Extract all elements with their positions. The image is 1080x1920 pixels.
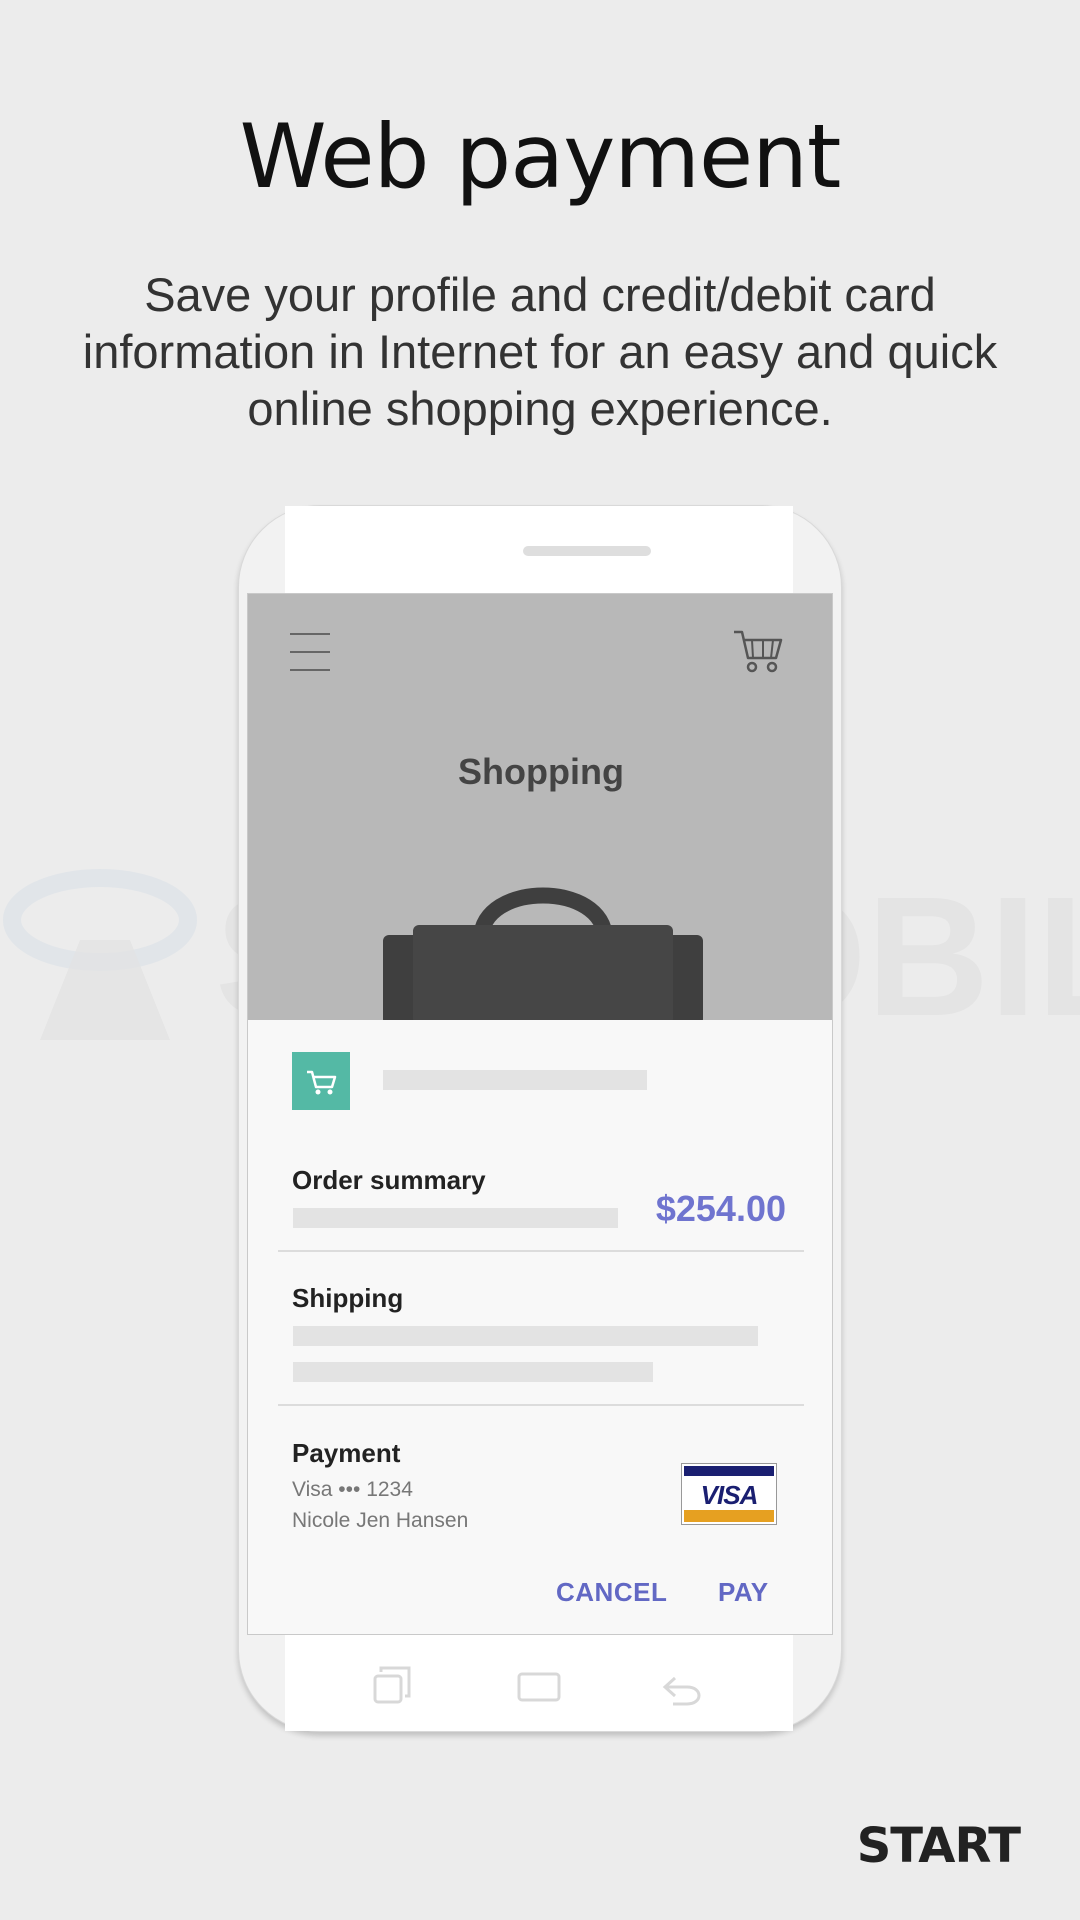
page-title: Web payment (239, 105, 842, 208)
shipping-line-placeholder (293, 1326, 758, 1346)
phone-illustration: Shopping Order summary $254.00 Shipping (238, 505, 842, 1732)
merchant-badge (292, 1052, 350, 1110)
shopping-app-title: Shopping (458, 751, 624, 792)
recent-apps-icon (373, 1666, 411, 1704)
phone-speaker (523, 546, 651, 556)
home-icon (517, 1672, 561, 1702)
visa-logo-text: VISA (700, 1480, 759, 1510)
shipping-label: Shipping (292, 1283, 404, 1313)
visa-card-logo: VISA (681, 1463, 777, 1525)
divider (278, 1250, 804, 1252)
card-holder: Nicole Jen Hansen (292, 1509, 469, 1532)
shipping-line-placeholder (293, 1362, 653, 1382)
divider (278, 1404, 804, 1406)
shopping-app-background: Shopping (248, 594, 832, 1020)
merchant-name-placeholder (383, 1070, 647, 1090)
page-description: Save your profile and credit/debit card … (82, 268, 998, 435)
payment-label: Payment (292, 1438, 401, 1468)
cancel-button[interactable]: CANCEL (556, 1577, 667, 1608)
shopping-bag-icon (383, 887, 703, 1020)
order-summary-label: Order summary (292, 1165, 486, 1195)
back-icon (662, 1676, 701, 1706)
payment-sheet: Order summary $254.00 Shipping Payment V… (248, 1020, 832, 1634)
phone-nav-bar (373, 1666, 701, 1706)
shopping-cart-icon (734, 630, 783, 673)
pay-button[interactable]: PAY (718, 1577, 769, 1608)
order-total: $254.00 (655, 1188, 786, 1229)
hamburger-menu-icon (290, 631, 330, 673)
shopping-cart-icon (307, 1070, 337, 1095)
card-number: Visa ••• 1234 (292, 1478, 413, 1501)
start-button[interactable]: START (857, 1818, 1021, 1874)
phone-screen: Shopping Order summary $254.00 Shipping (247, 593, 833, 1635)
order-item-placeholder (293, 1208, 618, 1228)
